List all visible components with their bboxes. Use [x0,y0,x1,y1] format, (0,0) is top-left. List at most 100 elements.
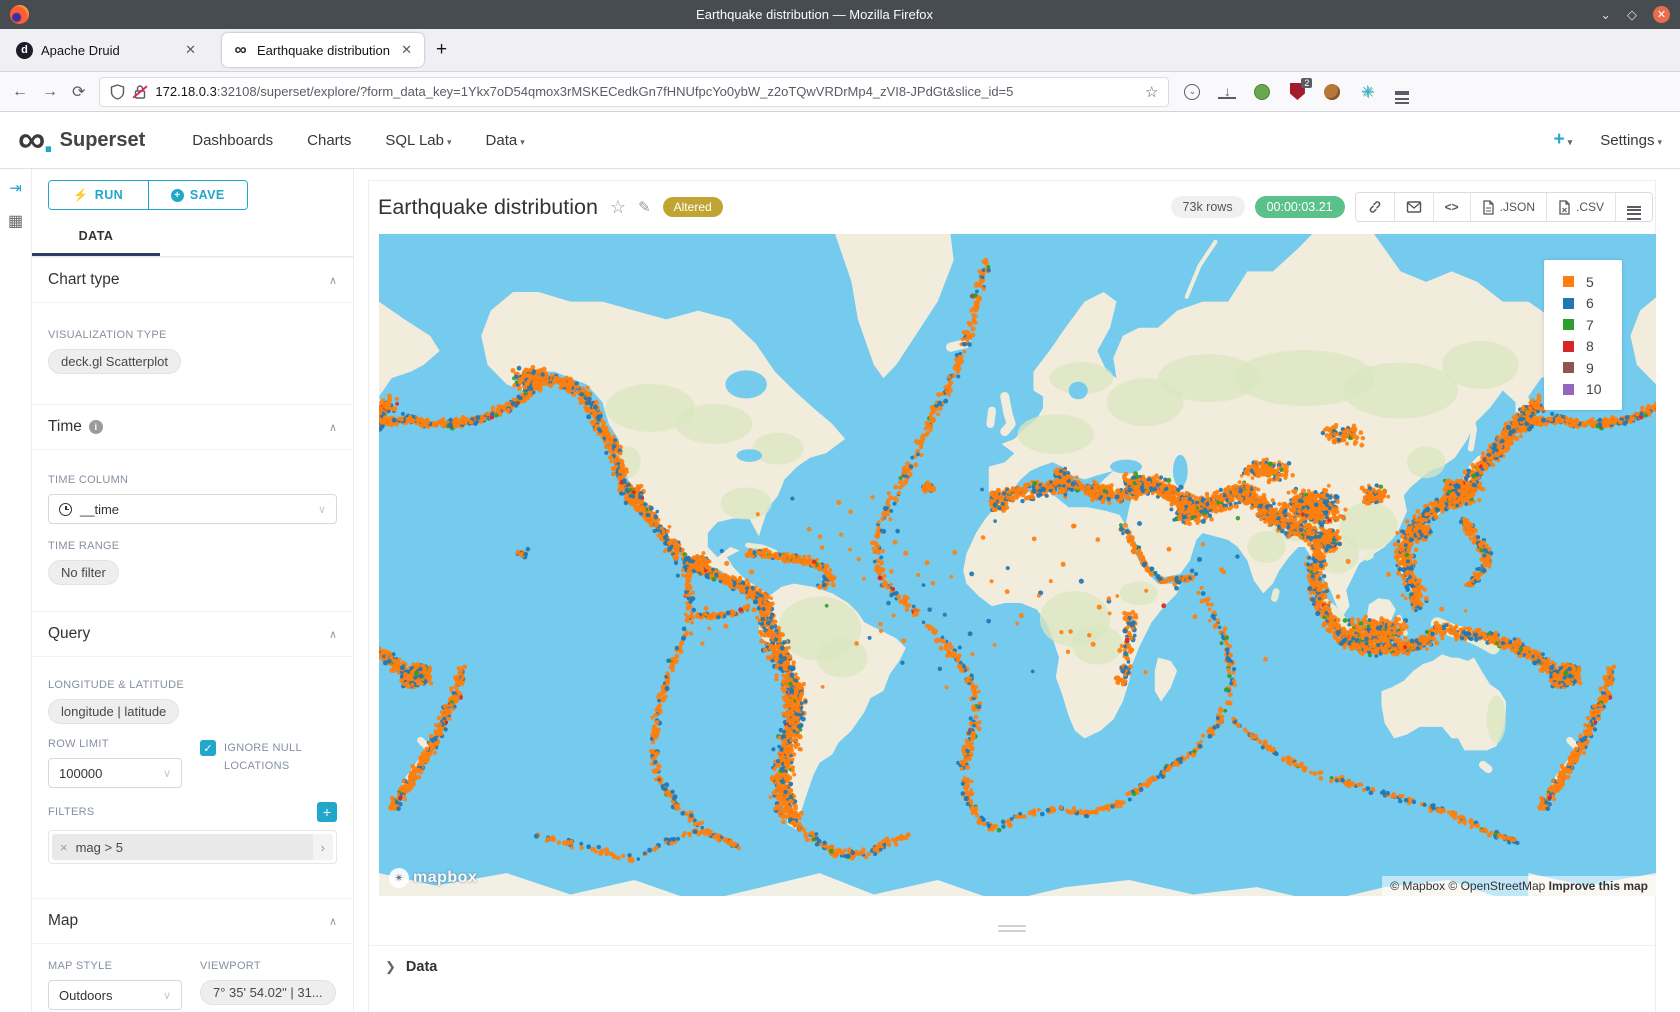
file-x-icon [1558,200,1571,215]
shield-permissions-icon[interactable] [110,84,125,100]
chevron-up-icon: ∧ [329,274,337,287]
privacy-badger-icon[interactable] [1254,84,1270,100]
forward-icon[interactable]: → [42,83,58,101]
nav-item-charts[interactable]: Charts [307,132,351,149]
viz-type-value[interactable]: deck.gl Scatterplot [48,349,181,374]
firefox-logo-icon [10,5,29,24]
browser-tab-apache-druid[interactable]: d Apache Druid ✕ [6,33,208,67]
multi-account-containers-icon[interactable]: ✳ [1358,83,1376,101]
email-button[interactable] [1394,193,1433,221]
resize-handle[interactable] [369,925,1655,932]
nav-item-sql-lab[interactable]: SQL Lab▾ [385,132,451,149]
url-input[interactable]: 172.18.0.3:32108/superset/explore/?form_… [99,77,1169,107]
caret-down-icon: ▾ [447,137,452,147]
export-csv-button[interactable]: .CSV [1546,193,1615,221]
chart-menu-button[interactable] [1615,193,1652,221]
ignore-null-checkbox[interactable]: ✓ [200,740,216,756]
section-header-query[interactable]: Query ∧ [32,612,353,657]
reload-icon[interactable]: ⟳ [72,82,85,102]
map-legend: 5678910 [1544,260,1622,410]
browser-tab-earthquake-distribution[interactable]: ∞ Earthquake distribution ✕ [222,33,424,67]
ublock-icon[interactable]: 2 [1288,83,1306,101]
dataset-grid-icon[interactable]: ▦ [8,211,23,231]
legend-label: 10 [1586,381,1602,397]
share-link-button[interactable] [1356,193,1394,221]
new-tab-button[interactable]: + [436,39,447,61]
expand-dataset-panel-icon[interactable]: ⇥ [9,179,22,197]
section-map: Map ∧ MAP STYLE Outdoors ∨ AUTO ZOOM [32,898,353,1012]
viewport-value[interactable]: 7° 35' 54.02" | 31... [200,980,336,1005]
improve-map-link[interactable]: Improve this map [1549,879,1648,893]
legend-entry: 9 [1563,357,1622,379]
mapbox-logo[interactable]: ✴ mapbox [389,868,477,888]
embed-code-button[interactable]: <> [1433,193,1470,221]
window-maximize-icon[interactable]: ◇ [1627,7,1637,23]
tab-close-icon[interactable]: ✕ [183,42,198,58]
legend-label: 7 [1586,317,1594,333]
legend-entry: 8 [1563,336,1622,358]
lonlat-value[interactable]: longitude | latitude [48,699,179,724]
map-attribution: © Mapbox © OpenStreetMap Improve this ma… [1382,876,1656,896]
insecure-lock-icon[interactable] [133,84,147,100]
map-style-label: MAP STYLE [48,960,182,972]
tab-close-icon[interactable]: ✕ [399,42,414,58]
time-range-label: TIME RANGE [48,540,337,552]
time-range-value[interactable]: No filter [48,560,119,585]
remove-filter-icon[interactable]: × [60,840,68,855]
section-header-time[interactable]: Timei ∧ [32,405,353,450]
map-style-select[interactable]: Outdoors ∨ [48,980,182,1010]
druid-favicon: d [16,42,33,59]
section-header-map[interactable]: Map ∧ [32,899,353,944]
ignore-null-label: IGNORE NULL LOCATIONS [224,740,337,780]
superset-favicon: ∞ [232,42,249,59]
nav-item-data[interactable]: Data▾ [486,132,525,149]
window-close-icon[interactable]: ✕ [1653,6,1670,23]
download-icon[interactable]: ↓ [1218,84,1236,99]
file-icon [1482,200,1495,215]
caret-down-icon: ▾ [1568,137,1573,147]
chevron-down-icon: ∨ [163,767,171,780]
legend-swatch [1563,341,1574,352]
superset-logo[interactable]: ∞. Superset [18,129,145,152]
bookmark-star-icon[interactable]: ☆ [1145,83,1158,101]
ublock-badge: 2 [1301,78,1312,88]
browser-tab-bar: d Apache Druid ✕ ∞ Earthquake distributi… [0,29,1680,72]
run-button[interactable]: ⚡RUN [49,181,148,209]
viewport-label: VIEWPORT [200,960,337,972]
time-column-select[interactable]: __time ∨ [48,494,337,524]
time-column-label: TIME COLUMN [48,474,337,486]
row-limit-select[interactable]: 100000 ∨ [48,758,182,788]
legend-label: 5 [1586,274,1594,290]
pocket-icon[interactable]: ⌄ [1184,84,1200,100]
favorite-star-icon[interactable]: ☆ [610,197,626,218]
control-panel: ⚡RUN +SAVE DATA Chart type ∧ VISUALIZATI… [32,169,354,1012]
legend-swatch [1563,384,1574,395]
settings-menu[interactable]: Settings▾ [1600,132,1662,149]
chevron-up-icon: ∧ [329,421,337,434]
chevron-right-icon[interactable]: › [313,834,333,860]
tab-data[interactable]: DATA [32,220,160,256]
chart-header: Earthquake distribution ☆ ✎ Altered 73k … [369,181,1655,223]
nav-item-dashboards[interactable]: Dashboards [192,132,273,149]
new-chart-button[interactable]: +▾ [1554,129,1573,151]
deckgl-map[interactable]: 5678910 ✴ mapbox © Mapbox © OpenStreetMa… [379,234,1656,896]
section-header-chart-type[interactable]: Chart type ∧ [32,258,353,303]
back-icon[interactable]: ← [12,83,28,101]
chevron-down-icon: ∨ [163,989,171,1002]
add-filter-button[interactable]: + [317,802,337,822]
edit-properties-icon[interactable]: ✎ [638,198,651,216]
url-text: 172.18.0.3:32108/superset/explore/?form_… [155,84,1137,99]
export-json-button[interactable]: .JSON [1470,193,1546,221]
lonlat-label: LONGITUDE & LATITUDE [48,679,337,691]
legend-entry: 10 [1563,379,1622,401]
map-canvas[interactable] [379,234,1656,896]
window-titlebar: Earthquake distribution — Mozilla Firefo… [0,0,1680,29]
cookie-icon[interactable] [1324,84,1340,100]
tab-label: Earthquake distribution [257,43,391,58]
browser-menu-icon[interactable] [1393,83,1411,101]
window-minimize-icon[interactable]: ⌄ [1600,7,1611,23]
save-button[interactable]: +SAVE [148,181,248,209]
filter-item[interactable]: × mag > 5 › [48,830,337,864]
data-results-collapse[interactable]: ❯ Data [369,945,1655,975]
superset-navbar: ∞. Superset Dashboards Charts SQL Lab▾ D… [0,112,1680,169]
